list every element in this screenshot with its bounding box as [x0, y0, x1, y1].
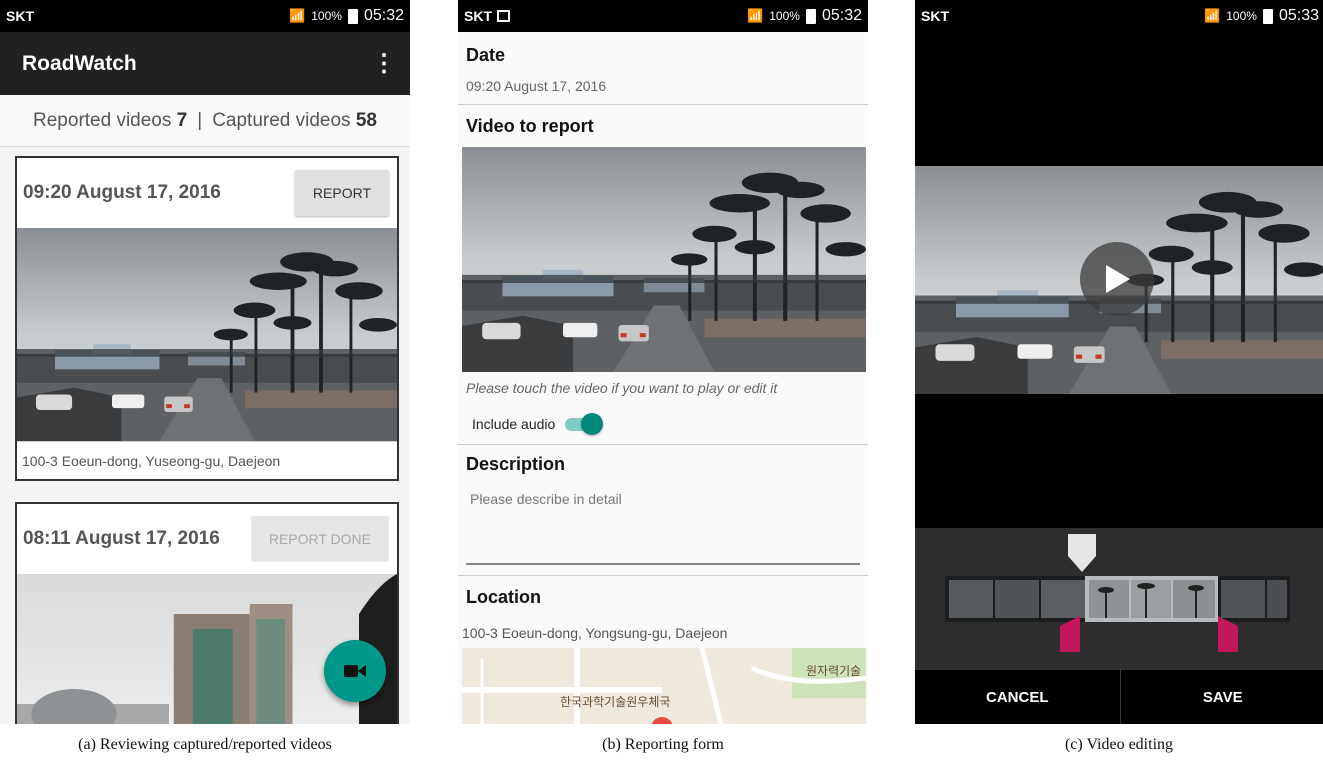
reported-label: Reported videos: [33, 109, 172, 131]
play-button[interactable]: [1080, 242, 1154, 316]
report-video-preview[interactable]: [462, 147, 866, 372]
video-hint: Please touch the video if you want to pl…: [466, 380, 778, 396]
status-bar: SKT 📶 100% 05:32: [458, 0, 868, 32]
map-roads: [462, 648, 866, 724]
screen-video-editor: SKT 📶 100% 05:33 CANCEL SAVE: [915, 0, 1323, 724]
include-audio-row: Include audio: [458, 404, 868, 444]
location-section: Location: [458, 576, 868, 618]
clock: 05:33: [1278, 7, 1319, 24]
battery-level: 100%: [311, 9, 342, 23]
card-header: 09:20 August 17, 2016 REPORT: [17, 158, 397, 228]
editor-action-bar: CANCEL SAVE: [915, 669, 1323, 724]
playhead-handle[interactable]: [1068, 534, 1096, 572]
status-bar: SKT 📶 100% 05:33: [915, 0, 1323, 32]
signal-icon: 📶: [747, 8, 764, 23]
include-audio-toggle[interactable]: [563, 412, 604, 436]
reported-count: 7: [176, 109, 188, 131]
battery-level: 100%: [769, 9, 800, 23]
app-title: RoadWatch: [22, 51, 137, 75]
description-input[interactable]: Please describe in detail: [466, 483, 860, 565]
location-title: Location: [466, 586, 541, 607]
date-title: Date: [466, 44, 506, 65]
status-bar: SKT 📶 100% 05:32: [0, 0, 410, 32]
battery-icon: [347, 8, 358, 24]
card-date: 08:11 August 17, 2016: [23, 528, 220, 549]
video-counts: Reported videos 7 | Captured videos 58: [0, 95, 410, 147]
trim-timeline[interactable]: [915, 528, 1323, 669]
map-label: 원자력기술: [806, 664, 862, 678]
date-value-row: 09:20 August 17, 2016: [458, 78, 868, 104]
location-map[interactable]: 원자력기술 한국과학기술원우체국: [462, 648, 866, 724]
clock: 05:32: [363, 7, 404, 24]
trim-strip: [945, 534, 1290, 652]
counts-separator: |: [197, 109, 203, 131]
screen-video-list: SKT 📶 100% 05:32 RoadWatch ⋮ Reported vi…: [0, 0, 410, 724]
battery-icon: [1262, 8, 1273, 24]
toggle-knob: [581, 413, 604, 435]
card-date: 09:20 August 17, 2016: [23, 182, 221, 203]
report-button[interactable]: REPORT: [294, 170, 389, 216]
videocam-icon: [344, 665, 366, 677]
description-title: Description: [466, 453, 566, 474]
video-player[interactable]: [915, 166, 1323, 394]
captured-count: 58: [355, 109, 377, 131]
app-bar: RoadWatch ⋮: [0, 32, 410, 95]
video-card[interactable]: 09:20 August 17, 2016 REPORT 100-3 Eoeun…: [15, 156, 399, 481]
location-value: 100-3 Eoeun-dong, Yongsung-gu, Daejeon: [462, 625, 728, 641]
signal-icon: 📶: [1204, 8, 1221, 23]
signal-icon: 📶: [289, 8, 306, 23]
captured-label: Captured videos: [212, 109, 351, 131]
clock: 05:32: [821, 7, 862, 24]
description-section: Description: [458, 445, 868, 483]
card-header: 08:11 August 17, 2016 REPORT DONE: [17, 504, 397, 574]
map-label: 한국과학기술원우체국: [560, 695, 671, 709]
date-section: Date: [458, 32, 868, 78]
include-audio-label: Include audio: [472, 416, 556, 432]
play-icon: [1106, 265, 1130, 293]
save-button[interactable]: SAVE: [1119, 670, 1323, 724]
video-section: Video to report: [458, 105, 868, 147]
battery-level: 100%: [1226, 9, 1257, 23]
screenshot-icon: [497, 10, 510, 22]
date-value: 09:20 August 17, 2016: [466, 78, 607, 94]
screen-report-form: SKT 📶 100% 05:32 Date 09:20 August 17, 2…: [458, 0, 868, 724]
battery-icon: [805, 8, 816, 24]
video-title: Video to report: [466, 115, 594, 136]
caption-b: (b) Reporting form: [602, 736, 724, 753]
card-address: 100-3 Eoeun-dong, Yuseong-gu, Daejeon: [17, 441, 397, 479]
record-video-button[interactable]: [324, 640, 386, 702]
overflow-menu-icon[interactable]: ⋮: [372, 49, 396, 78]
video-thumbnail[interactable]: [17, 228, 397, 441]
carrier-label: SKT: [921, 8, 949, 24]
report-done-button: REPORT DONE: [250, 516, 389, 562]
cancel-button[interactable]: CANCEL: [915, 670, 1120, 724]
carrier-label: SKT: [464, 8, 492, 24]
carrier-label: SKT: [6, 8, 34, 24]
caption-a: (a) Reviewing captured/reported videos: [78, 736, 332, 753]
caption-c: (c) Video editing: [1064, 736, 1174, 753]
